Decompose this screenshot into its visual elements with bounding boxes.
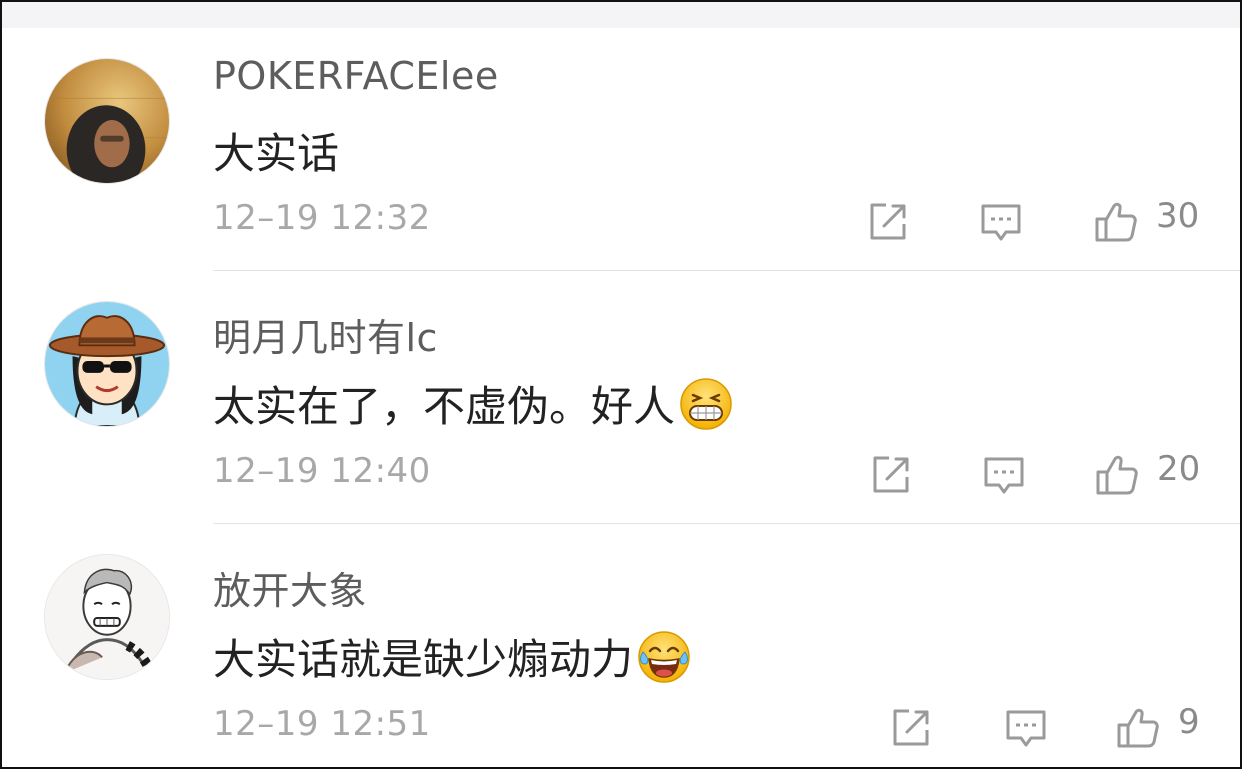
thumbs-up-icon	[1096, 455, 1138, 495]
top-strip	[2, 2, 1240, 28]
comment-text-content: 太实在了，不虚伪。好人	[213, 382, 676, 431]
share-icon	[893, 709, 929, 746]
avatar[interactable]	[44, 301, 170, 427]
share-button[interactable]	[889, 706, 933, 750]
timestamp: 12–19 12:32	[213, 198, 431, 238]
comment-icon	[1006, 710, 1046, 747]
like-count: 20	[1157, 449, 1201, 489]
divider	[213, 270, 1240, 271]
grinning-teeth-emoji-icon	[680, 377, 732, 430]
comment-icon	[984, 457, 1024, 494]
divider	[213, 523, 1240, 524]
share-icon	[870, 203, 906, 240]
tears-of-joy-emoji-icon	[638, 630, 690, 683]
comment-text: 大实话	[213, 120, 339, 181]
comment-text-content: 大实话就是缺少煽动力	[213, 635, 634, 684]
hooded-person-avatar	[45, 59, 169, 183]
thumbs-up-icon	[1095, 202, 1137, 242]
username[interactable]: POKERFACElee	[213, 54, 499, 98]
comment-list: POKERFACElee 大实话 12–19 12:32 30 明月几时有lc …	[0, 0, 1242, 769]
username[interactable]: 明月几时有lc	[213, 307, 438, 362]
reply-button[interactable]	[982, 453, 1026, 497]
thumbs-up-icon	[1117, 708, 1159, 748]
share-button[interactable]	[866, 200, 910, 244]
reply-button[interactable]	[979, 200, 1023, 244]
comment-item: 放开大象 大实话就是缺少煽动力 12–19 12:51 9	[2, 534, 1240, 767]
timestamp: 12–19 12:51	[213, 704, 431, 744]
like-button[interactable]	[1116, 706, 1160, 750]
like-count: 30	[1156, 196, 1200, 236]
comment-text: 太实在了，不虚伪。好人	[213, 373, 733, 434]
avatar[interactable]	[44, 554, 170, 680]
comment-item: POKERFACElee 大实话 12–19 12:32 30	[2, 28, 1240, 281]
like-button[interactable]	[1095, 453, 1139, 497]
comment-text: 大实话就是缺少煽动力	[213, 626, 691, 687]
sketch-man-avatar	[45, 555, 169, 679]
avatar[interactable]	[44, 58, 170, 184]
username[interactable]: 放开大象	[213, 560, 367, 615]
comment-text-content: 大实话	[213, 129, 340, 178]
comment-icon	[981, 204, 1021, 241]
comment-item: 明月几时有lc 太实在了，不虚伪。好人 12–19 12:40 20	[2, 281, 1240, 534]
share-icon	[873, 456, 909, 493]
share-button[interactable]	[869, 453, 913, 497]
cowboy-hat-cartoon-avatar	[45, 302, 169, 426]
grinning-teeth-emoji	[679, 377, 733, 431]
reply-button[interactable]	[1004, 706, 1048, 750]
tears-of-joy-emoji	[637, 630, 691, 684]
like-count: 9	[1178, 702, 1200, 742]
like-button[interactable]	[1094, 200, 1138, 244]
timestamp: 12–19 12:40	[213, 451, 431, 491]
